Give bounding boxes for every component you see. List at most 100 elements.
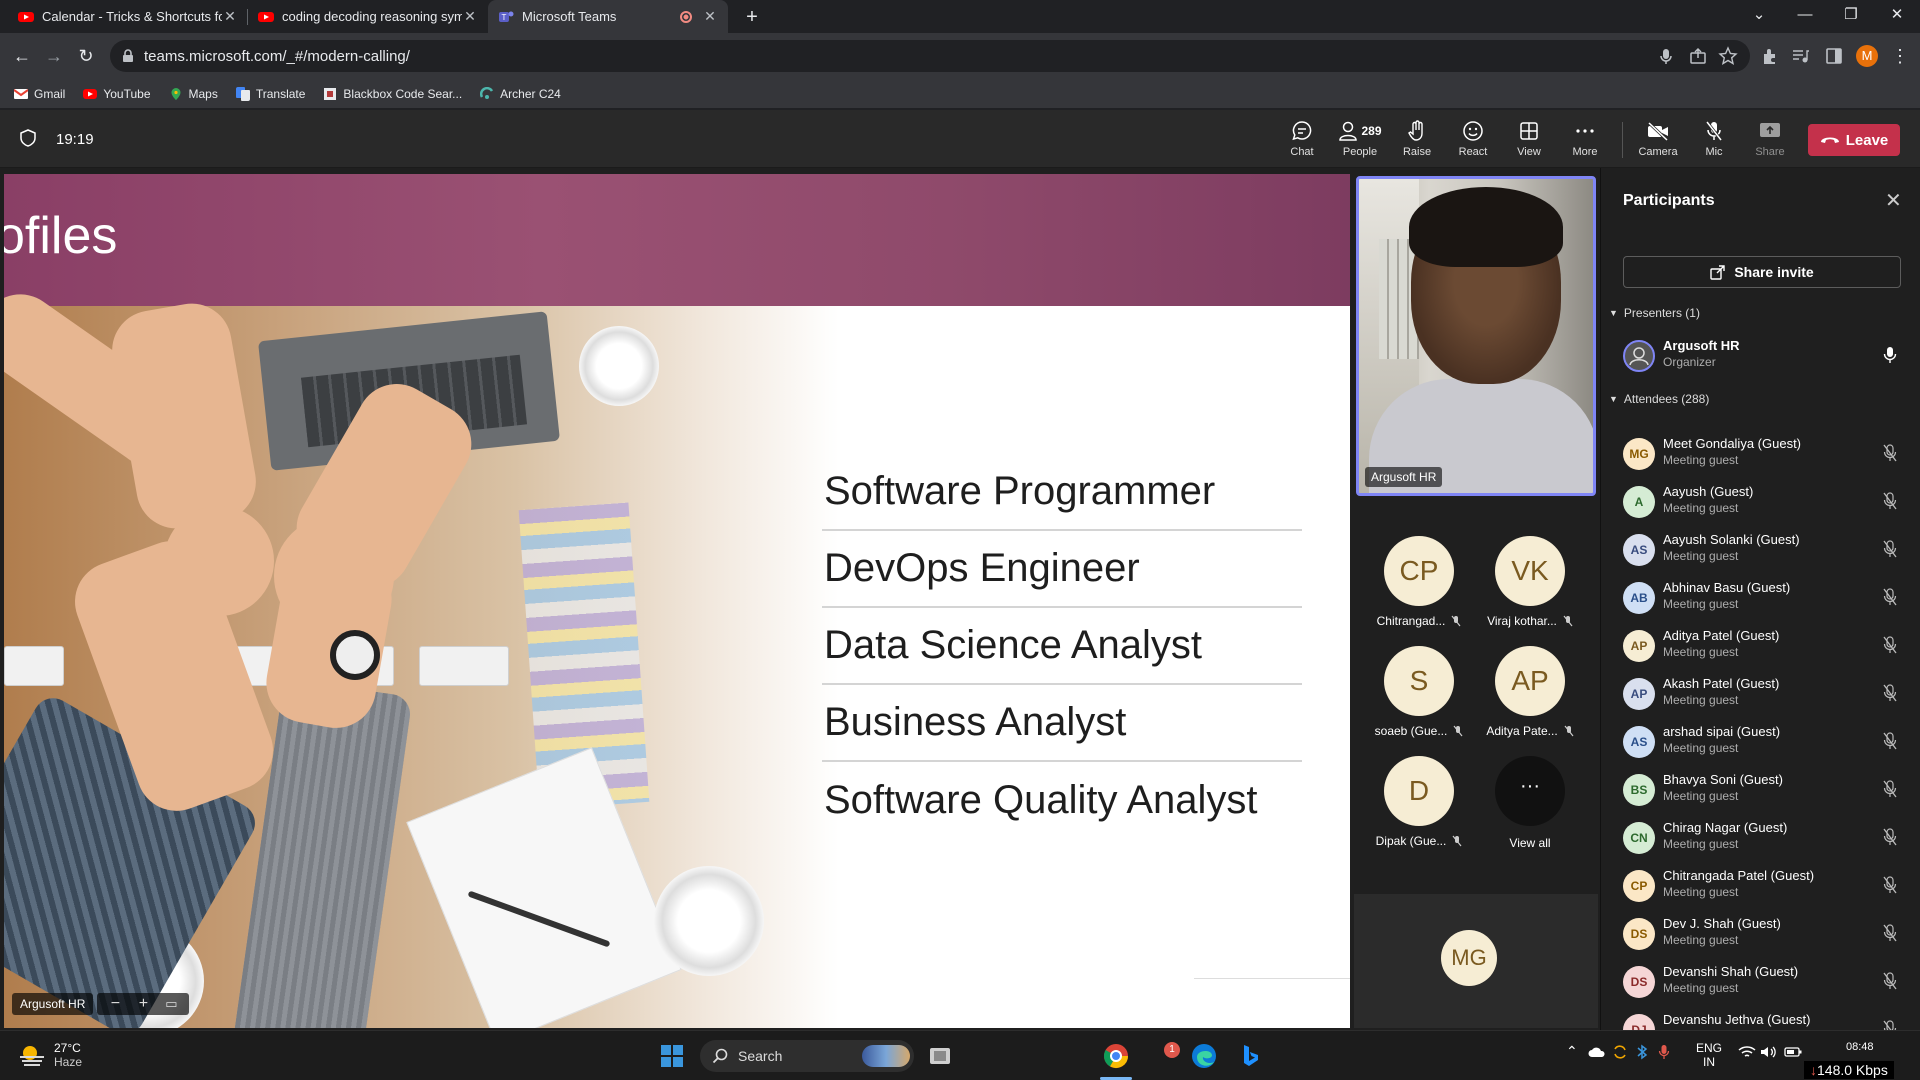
app-with-badge[interactable]: 1: [1150, 1042, 1180, 1070]
view-all-button[interactable]: ···: [1495, 756, 1565, 826]
attendee-row[interactable]: BS Bhavya Soni (Guest) Meeting guest: [1623, 768, 1913, 816]
forward-button[interactable]: →: [40, 42, 68, 70]
browser-tab-coding[interactable]: coding decoding reasoning symb ✕: [248, 0, 488, 33]
presenter-footer: Argusoft HR − + ▭: [12, 992, 190, 1016]
reload-button[interactable]: ↻: [72, 42, 100, 70]
tab-search-icon[interactable]: ⌄: [1736, 0, 1782, 33]
attendee-role: Meeting guest: [1663, 933, 1739, 947]
more-button[interactable]: More: [1558, 119, 1612, 163]
attendee-row[interactable]: CP Chitrangada Patel (Guest) Meeting guest: [1623, 864, 1913, 912]
close-window-button[interactable]: ✕: [1874, 0, 1920, 33]
weather-widget[interactable]: 27°C Haze: [18, 1041, 82, 1069]
bluetooth-icon[interactable]: [1636, 1044, 1648, 1060]
participant-avatar[interactable]: CP: [1384, 536, 1454, 606]
attendee-row[interactable]: MG Meet Gondaliya (Guest) Meeting guest: [1623, 432, 1913, 480]
attendee-row[interactable]: AS arshad sipai (Guest) Meeting guest: [1623, 720, 1913, 768]
react-button[interactable]: React: [1446, 119, 1500, 163]
presenter-video[interactable]: Argusoft HR: [1356, 176, 1596, 496]
taskbar-search[interactable]: Search: [700, 1040, 914, 1072]
presenter-row[interactable]: Argusoft HR Organizer: [1623, 334, 1913, 382]
bookmark-maps[interactable]: Maps: [169, 87, 218, 101]
smile-icon: [1463, 121, 1483, 141]
browser-tab-teams[interactable]: T Microsoft Teams ✕: [488, 0, 728, 33]
microphone-icon[interactable]: [1656, 46, 1676, 66]
share-invite-button[interactable]: Share invite: [1623, 256, 1901, 288]
attendee-row[interactable]: DJDevanshu Jethva (Guest)Meeting guest: [1623, 1008, 1913, 1030]
minimize-button[interactable]: —: [1782, 0, 1828, 33]
battery-icon[interactable]: [1784, 1046, 1802, 1058]
chat-label: Chat: [1290, 146, 1314, 158]
raise-hand-button[interactable]: Raise: [1390, 119, 1444, 163]
notification-badge: 1: [1164, 1042, 1180, 1058]
side-panel-icon[interactable]: [1824, 46, 1844, 66]
tab-title: Microsoft Teams: [522, 9, 617, 24]
chrome-icon[interactable]: [1102, 1042, 1130, 1070]
url-text: teams.microsoft.com/_#/modern-calling/: [144, 47, 410, 65]
windows-start-icon[interactable]: [658, 1042, 686, 1070]
wifi-icon[interactable]: [1738, 1045, 1756, 1059]
back-button[interactable]: ←: [8, 42, 36, 70]
onedrive-icon[interactable]: [1588, 1045, 1606, 1059]
chat-button[interactable]: Chat: [1275, 119, 1329, 163]
restore-button[interactable]: ❐: [1828, 0, 1874, 33]
close-panel-icon[interactable]: ✕: [1885, 188, 1902, 213]
taskbar-mic-icon[interactable]: [1658, 1044, 1670, 1060]
youtube-icon: [83, 88, 98, 99]
mic-off-icon: [1883, 540, 1897, 558]
extensions-icon[interactable]: [1760, 46, 1780, 66]
language-indicator[interactable]: ENG IN: [1696, 1041, 1722, 1069]
leave-button[interactable]: Leave: [1808, 124, 1900, 156]
edge-icon[interactable]: [1190, 1042, 1218, 1070]
tray-overflow-icon[interactable]: ⌃: [1566, 1043, 1578, 1060]
zoom-in-button[interactable]: +: [129, 995, 157, 1013]
task-view-icon[interactable]: [926, 1042, 954, 1070]
bookmark-label: Maps: [188, 86, 218, 101]
people-button[interactable]: 289 People: [1332, 119, 1388, 171]
participant-avatar[interactable]: VK: [1495, 536, 1565, 606]
zoom-out-button[interactable]: −: [101, 995, 129, 1013]
network-speed: ↓148.0 Kbps: [1804, 1061, 1894, 1079]
browser-tab-calendar[interactable]: Calendar - Tricks & Shortcuts for ✕: [8, 0, 248, 33]
participant-avatar[interactable]: D: [1384, 756, 1454, 826]
browser-menu-icon[interactable]: ⋮: [1886, 42, 1914, 70]
share-button[interactable]: Share: [1743, 119, 1797, 163]
camera-button[interactable]: Camera: [1631, 119, 1685, 163]
share-page-icon[interactable]: [1688, 46, 1708, 66]
bookmark-youtube[interactable]: YouTube: [83, 87, 151, 101]
bookmark-gmail[interactable]: Gmail: [14, 87, 65, 101]
new-tab-button[interactable]: +: [738, 3, 766, 31]
attendee-row[interactable]: DS Dev J. Shah (Guest) Meeting guest: [1623, 912, 1913, 960]
bookmark-archer[interactable]: Archer C24: [480, 86, 561, 101]
view-all-label[interactable]: View all: [1475, 836, 1585, 850]
attendee-row[interactable]: AS Aayush Solanki (Guest) Meeting guest: [1623, 528, 1913, 576]
bookmark-star-icon[interactable]: [1718, 46, 1738, 66]
participant-avatar[interactable]: AP: [1495, 646, 1565, 716]
attendee-row[interactable]: CN Chirag Nagar (Guest) Meeting guest: [1623, 816, 1913, 864]
media-control-icon[interactable]: [1790, 46, 1810, 66]
close-tab-icon[interactable]: ✕: [702, 8, 718, 25]
participants-panel: Participants ✕ Share invite ▼ Presenters…: [1600, 168, 1920, 1030]
attendee-row[interactable]: AP Aditya Patel (Guest) Meeting guest: [1623, 624, 1913, 672]
close-tab-icon[interactable]: ✕: [222, 8, 238, 25]
attendee-row[interactable]: DS Devanshi Shah (Guest) Meeting guest: [1623, 960, 1913, 1008]
sync-icon[interactable]: [1612, 1044, 1628, 1060]
attendee-row[interactable]: AB Abhinav Basu (Guest) Meeting guest: [1623, 576, 1913, 624]
address-bar[interactable]: teams.microsoft.com/_#/modern-calling/: [110, 40, 1750, 72]
participant-tile-bottom[interactable]: MG: [1354, 894, 1598, 1028]
attendee-row[interactable]: AP Akash Patel (Guest) Meeting guest: [1623, 672, 1913, 720]
bing-icon[interactable]: [1236, 1042, 1264, 1070]
system-clock[interactable]: 08:48: [1846, 1041, 1874, 1053]
bookmark-translate[interactable]: Translate: [235, 86, 305, 101]
presenters-section-toggle[interactable]: ▼ Presenters (1): [1609, 306, 1700, 320]
profile-avatar[interactable]: M: [1856, 45, 1878, 67]
close-tab-icon[interactable]: ✕: [462, 8, 478, 25]
participant-avatar[interactable]: S: [1384, 646, 1454, 716]
mic-button[interactable]: Mic: [1687, 119, 1741, 163]
fit-screen-icon[interactable]: ▭: [157, 996, 185, 1012]
bookmark-blackbox[interactable]: Blackbox Code Sear...: [323, 87, 462, 101]
attendees-section-toggle[interactable]: ▼ Attendees (288): [1609, 392, 1709, 406]
view-button[interactable]: View: [1502, 119, 1556, 163]
chevron-down-icon: ▼: [1609, 308, 1618, 318]
volume-icon[interactable]: [1760, 1045, 1778, 1059]
attendee-row[interactable]: A Aayush (Guest) Meeting guest: [1623, 480, 1913, 528]
